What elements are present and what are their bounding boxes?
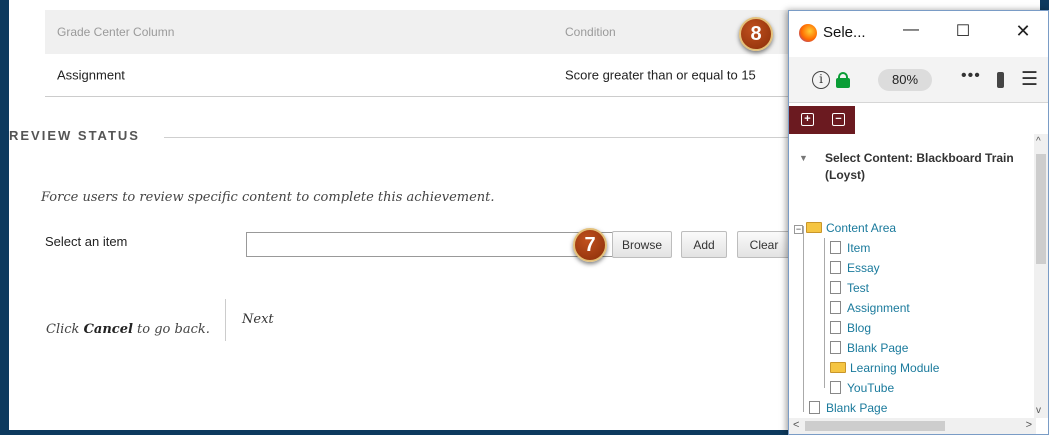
footer-divider — [225, 299, 226, 341]
page-icon — [809, 401, 820, 414]
tree-item-label: Test — [847, 281, 870, 295]
tree-item-content-area[interactable]: − Content Area — [794, 221, 896, 239]
tree-item[interactable]: Item — [830, 241, 870, 259]
grid-header-condition: Condition — [565, 25, 616, 39]
tree-connector — [803, 226, 804, 412]
tree-item[interactable]: YouTube — [830, 381, 894, 399]
grid-header-row: Grade Center Column Condition — [45, 10, 805, 54]
page-icon — [830, 301, 841, 314]
firefox-icon — [799, 24, 817, 42]
scroll-up-arrow-icon[interactable]: ^ — [1036, 136, 1041, 147]
tree-item-label: YouTube — [847, 381, 895, 395]
page-icon — [830, 241, 841, 254]
tree-item-label: Blank Page — [847, 341, 909, 355]
page-icon — [830, 321, 841, 334]
tree-toolbar-box: + − — [789, 106, 855, 134]
cancel-note-prefix: Click — [46, 322, 84, 337]
info-icon[interactable]: i — [812, 71, 830, 89]
tree-item[interactable]: Learning Module — [830, 361, 939, 379]
grid-cell-condition: Score greater than or equal to 15 — [565, 67, 756, 83]
folder-icon — [806, 222, 822, 233]
tree-root-arrow-icon[interactable]: ▼ — [799, 150, 808, 167]
tree-item-label: Item — [847, 241, 871, 255]
zoom-level-badge[interactable]: 80% — [878, 69, 932, 91]
tree-item[interactable]: Essay — [830, 261, 880, 279]
clear-button[interactable]: Clear — [737, 231, 791, 258]
select-item-label: Select an item — [45, 234, 128, 249]
vertical-scroll-thumb[interactable] — [1036, 154, 1046, 264]
vertical-scrollbar[interactable]: ^ v — [1034, 134, 1048, 418]
horizontal-scrollbar[interactable]: < > — [789, 418, 1036, 434]
maximize-button[interactable]: ☐ — [953, 21, 973, 41]
tree-collapse-toggle-icon[interactable]: − — [794, 225, 803, 234]
tree-item-label: Blog — [847, 321, 872, 335]
collapse-all-icon[interactable]: − — [832, 113, 845, 126]
page-icon — [830, 341, 841, 354]
page-icon — [830, 281, 841, 294]
scroll-left-arrow-icon[interactable]: < — [793, 419, 799, 431]
tree-item[interactable]: Blog — [830, 321, 871, 339]
browse-button[interactable]: Browse — [612, 231, 672, 258]
review-status-heading: REVIEW STATUS — [9, 128, 140, 143]
content-tree: ▼ Select Content: Blackboard Train (Loys… — [789, 134, 1036, 418]
tree-item-label: Blank Page — [826, 401, 888, 415]
hamburger-menu-icon[interactable]: ☰ — [1021, 68, 1038, 91]
step-marker-7: 7 — [573, 228, 607, 262]
tree-connector — [824, 238, 825, 388]
select-item-input[interactable] — [246, 232, 614, 257]
tree-item[interactable]: Blank Page — [830, 341, 908, 359]
grid-cell-column: Assignment — [57, 67, 125, 83]
expand-all-icon[interactable]: + — [801, 113, 814, 126]
page-icon — [830, 261, 841, 274]
tree-root-label: Select Content: Blackboard Train (Loyst) — [825, 151, 1014, 182]
tree-item[interactable]: Test — [830, 281, 869, 299]
scroll-right-arrow-icon[interactable]: > — [1026, 419, 1032, 431]
tree-item-label: Content Area — [826, 221, 897, 235]
add-button[interactable]: Add — [681, 231, 727, 258]
tree-item-label: Learning Module — [850, 361, 940, 375]
lock-icon[interactable] — [836, 72, 850, 88]
tree-item[interactable]: Assignment — [830, 301, 910, 319]
folder-icon — [830, 362, 846, 373]
tree-item-label: Assignment — [847, 301, 910, 315]
page-icon — [830, 381, 841, 394]
grid-data-row: Assignment Score greater than or equal t… — [45, 54, 805, 97]
section-divider — [164, 137, 804, 138]
cancel-note-bold: Cancel — [83, 322, 133, 337]
tree-item[interactable]: Blank Page — [809, 401, 887, 419]
review-instruction: Force users to review specific content t… — [41, 190, 495, 205]
next-button[interactable]: Next — [242, 312, 274, 327]
more-actions-icon[interactable]: ••• — [961, 67, 981, 85]
cancel-note-suffix: to go back. — [132, 322, 210, 337]
popup-window-title: Sele... — [823, 24, 866, 41]
cancel-note: Click Cancel to go back. — [46, 322, 210, 337]
address-bar: i 80% ••• ☰ — [789, 57, 1048, 103]
tree-item-label: Essay — [847, 261, 880, 275]
minimize-button[interactable]: — — [901, 21, 921, 39]
close-button[interactable]: ✕ — [1013, 21, 1033, 42]
select-content-popup-window: Sele... — ☐ ✕ i 80% ••• ☰ + − ▼ Select C… — [788, 10, 1049, 435]
popup-titlebar[interactable]: Sele... — ☐ ✕ — [789, 11, 1048, 57]
horizontal-scroll-thumb[interactable] — [805, 421, 945, 431]
grid-header-column: Grade Center Column — [57, 25, 175, 39]
pocket-icon[interactable] — [997, 72, 1004, 88]
step-marker-8: 8 — [739, 17, 773, 51]
tree-root-node[interactable]: ▼ Select Content: Blackboard Train (Loys… — [799, 150, 1034, 184]
scroll-down-arrow-icon[interactable]: v — [1036, 405, 1041, 416]
tree-toolbar: + − — [789, 106, 1048, 134]
